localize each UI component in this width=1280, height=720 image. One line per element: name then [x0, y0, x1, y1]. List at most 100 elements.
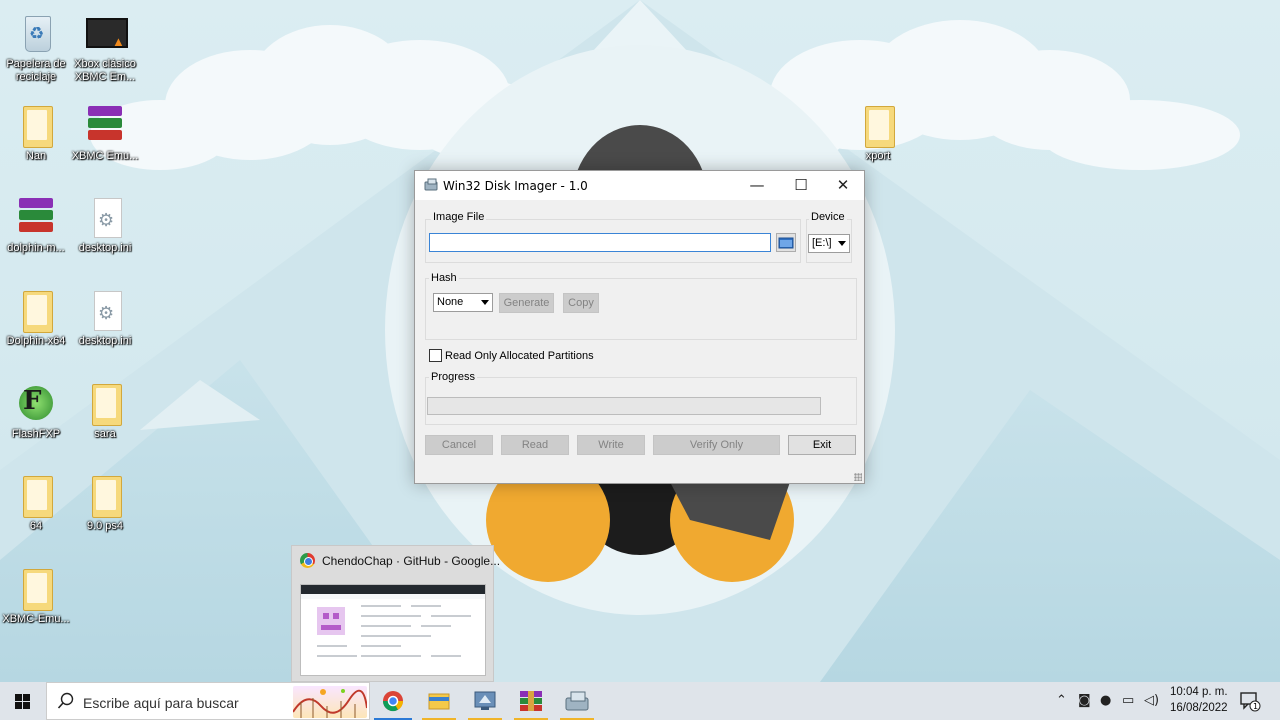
desktop-icon-label: 64: [29, 520, 43, 532]
start-button[interactable]: [0, 682, 46, 720]
taskbar-thumbnail-preview[interactable]: ChendoChap · GitHub - Google...: [291, 545, 500, 682]
desktop-icon-label: Papelera de reciclaje: [6, 58, 66, 83]
disk-imager-icon: [565, 691, 589, 711]
notification-count: 1: [1253, 702, 1258, 711]
desktop-icon-label: desktop.ini: [78, 242, 132, 254]
folder-icon: [82, 472, 128, 518]
device-select-value: [E:\]: [812, 237, 832, 249]
close-icon: ✕: [836, 176, 850, 194]
flashfxp-shortcut-icon: [13, 380, 59, 426]
roller-coaster-icon: [293, 689, 367, 718]
preview-thumbnail: [300, 584, 486, 676]
window-title: Win32 Disk Imager - 1.0: [443, 179, 588, 193]
desktop-icon-label: FlashFXP: [11, 428, 61, 440]
maximize-icon: ☐: [794, 176, 808, 194]
desktop-icon-xbmc-emu-2[interactable]: XBMC-Emu...: [0, 565, 72, 626]
desktop-icon-dolphin-x64[interactable]: Dolphin-x64: [0, 287, 72, 348]
desktop-icon-label: XBMC-Emu...: [2, 613, 70, 625]
desktop-icon-desktop-ini[interactable]: desktop.ini: [69, 194, 141, 255]
desktop-icon-64[interactable]: 64: [0, 472, 72, 533]
desktop-icon-xport[interactable]: xport: [842, 102, 914, 163]
desktop-icon-flashfxp[interactable]: FlashFXP: [0, 380, 72, 441]
generate-button[interactable]: Generate: [499, 293, 554, 313]
desktop-icon-xbox-xbmc[interactable]: Xbox clásico XBMC Em...: [69, 10, 141, 84]
desktop-icon-dolphin-m[interactable]: dolphin-m...: [0, 194, 72, 255]
image-file-label: Image File: [431, 211, 487, 223]
desktop-icon-sara[interactable]: sara: [69, 380, 141, 441]
taskbar: Escribe aquí para buscar ⌃ ◙ ● ▭ ◁) 10:0…: [0, 682, 1280, 720]
desktop-icon-xbmc-emu[interactable]: XBMC Emu...: [69, 102, 141, 163]
desktop-icon-label: desktop.ini: [78, 335, 132, 347]
notification-icon: 1: [1240, 692, 1261, 712]
folder-icon: [13, 472, 59, 518]
read-only-allocated-checkbox[interactable]: [429, 349, 442, 362]
device-select[interactable]: [E:\]: [808, 234, 850, 253]
desktop-icon-label: xport: [865, 150, 891, 162]
desktop-icon-label: sara: [94, 428, 116, 440]
remote-desktop-icon: [474, 691, 496, 710]
folder-icon: [13, 102, 59, 148]
win32-disk-imager-window: Win32 Disk Imager - 1.0 — ☐ ✕ Image File…: [414, 170, 865, 484]
maximize-button[interactable]: ☐: [779, 171, 823, 200]
disk-imager-icon: [424, 178, 438, 191]
video-file-icon: [82, 10, 128, 56]
microphone-icon[interactable]: ●: [1100, 693, 1111, 708]
desktop-icon-recycle-bin[interactable]: Papelera de reciclaje: [0, 10, 72, 84]
volume-icon[interactable]: ◁): [1144, 693, 1159, 708]
progress-bar: [427, 397, 821, 415]
file-explorer-icon: [428, 693, 450, 710]
read-only-allocated-label: Read Only Allocated Partitions: [445, 350, 594, 362]
taskbar-disk-imager-button[interactable]: [554, 682, 600, 720]
title-bar[interactable]: Win32 Disk Imager - 1.0 — ☐ ✕: [415, 171, 864, 200]
hash-select-value: None: [437, 296, 464, 308]
taskbar-file-explorer-button[interactable]: [416, 682, 462, 720]
clock-date[interactable]: 16/08/2022: [1170, 702, 1228, 714]
search-icon: [57, 692, 74, 709]
desktop-icon-9-ps4[interactable]: 9.0 ps4: [69, 472, 141, 533]
cancel-button[interactable]: Cancel: [425, 435, 493, 455]
desktop-icon-desktop-ini-2[interactable]: desktop.ini: [69, 287, 141, 348]
chrome-icon: [382, 691, 404, 712]
desktop-icon-label: 9.0 ps4: [86, 520, 124, 532]
hash-select[interactable]: None: [433, 293, 493, 312]
chevron-down-icon: [481, 300, 489, 305]
taskbar-remote-desktop-button[interactable]: [462, 682, 508, 720]
search-highlight-image[interactable]: [293, 686, 367, 718]
taskbar-winrar-button[interactable]: [508, 682, 554, 720]
notification-center-icon[interactable]: 1: [1240, 691, 1261, 712]
clock-time[interactable]: 10:04 p. m.: [1170, 686, 1228, 698]
verify-only-button[interactable]: Verify Only: [653, 435, 780, 455]
recycle-bin-icon: [13, 10, 59, 56]
image-file-input[interactable]: [429, 233, 771, 252]
desktop-icon-label: dolphin-m...: [7, 242, 65, 254]
folder-open-icon: [778, 237, 794, 249]
folder-icon: [13, 565, 59, 611]
meet-now-icon[interactable]: ◙: [1078, 693, 1091, 708]
network-icon[interactable]: ▭: [1122, 693, 1134, 708]
vlc-folder-icon: [82, 380, 128, 426]
github-page-thumbnail: [301, 585, 485, 657]
exit-button[interactable]: Exit: [788, 435, 856, 455]
taskbar-chrome-button[interactable]: [370, 682, 416, 720]
chrome-icon: [300, 553, 315, 568]
resize-grip[interactable]: [854, 473, 862, 481]
read-button[interactable]: Read: [501, 435, 569, 455]
settings-file-icon: [82, 287, 128, 333]
folder-icon: [13, 287, 59, 333]
chevron-down-icon: [838, 241, 846, 246]
chevron-up-icon[interactable]: ⌃: [1056, 693, 1067, 708]
desktop-icon-nan[interactable]: Nan: [0, 102, 72, 163]
copy-button[interactable]: Copy: [563, 293, 599, 313]
hash-label: Hash: [429, 272, 459, 284]
device-label: Device: [809, 211, 847, 223]
winrar-archive-icon: [82, 102, 128, 148]
search-placeholder: Escribe aquí para buscar: [83, 695, 239, 711]
browse-button[interactable]: [776, 233, 796, 252]
minimize-icon: —: [749, 176, 765, 194]
desktop-icon-label: Nan: [25, 150, 47, 162]
minimize-button[interactable]: —: [735, 171, 779, 200]
search-box[interactable]: Escribe aquí para buscar: [46, 682, 370, 720]
close-button[interactable]: ✕: [821, 171, 865, 200]
winrar-archive-icon: [13, 194, 59, 240]
write-button[interactable]: Write: [577, 435, 645, 455]
